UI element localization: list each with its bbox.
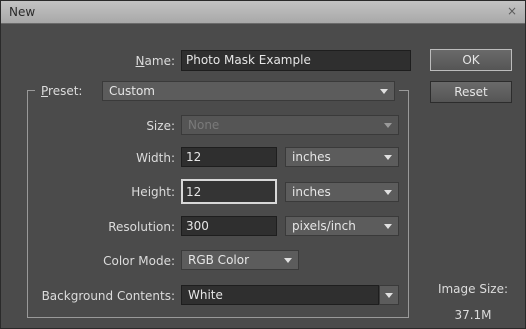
width-unit-select[interactable]: inches (285, 147, 399, 167)
width-label: Width: (136, 151, 175, 165)
image-size-value: 37.1M (454, 308, 492, 322)
resolution-label: Resolution: (108, 220, 175, 234)
size-select: None (181, 115, 399, 135)
background-contents-value: White (188, 288, 223, 302)
chevron-down-icon (384, 224, 392, 229)
new-document-dialog: New × Name: Photo Mask Example Preset: C… (0, 0, 526, 329)
resolution-input[interactable]: 300 (181, 216, 277, 236)
chevron-down-icon (284, 258, 292, 263)
width-unit-value: inches (292, 150, 331, 164)
height-unit-value: inches (292, 185, 331, 199)
close-icon[interactable]: × (507, 4, 517, 18)
reset-button[interactable]: Reset (430, 81, 512, 103)
chevron-down-icon (385, 293, 393, 298)
title-bar[interactable]: New × (1, 1, 525, 24)
height-input[interactable]: 12 (181, 179, 277, 204)
preset-label-access-key: P (41, 84, 49, 98)
chevron-down-icon (380, 89, 388, 94)
preset-label: Preset: (41, 84, 93, 98)
size-value: None (188, 118, 220, 132)
size-label: Size: (146, 119, 175, 133)
height-unit-select[interactable]: inches (285, 182, 399, 202)
color-mode-select[interactable]: RGB Color (181, 250, 299, 270)
background-contents-dropdown-button[interactable] (379, 285, 399, 305)
image-size-label: Image Size: (437, 282, 509, 296)
group-top-left-line (27, 90, 35, 91)
name-label: Name: (101, 54, 175, 68)
height-label: Height: (131, 185, 175, 199)
background-contents-select[interactable]: White (181, 285, 379, 305)
chevron-down-icon (384, 155, 392, 160)
chevron-down-icon (384, 123, 392, 128)
preset-value: Custom (109, 84, 155, 98)
preset-select[interactable]: Custom (102, 81, 395, 101)
background-contents-label: Background Contents: (41, 289, 175, 303)
name-label-rest: ame: (144, 54, 175, 68)
color-mode-label: Color Mode: (103, 254, 175, 268)
width-input[interactable]: 12 (181, 147, 277, 167)
ok-button[interactable]: OK (430, 49, 512, 71)
color-mode-value: RGB Color (188, 253, 250, 267)
resolution-unit-select[interactable]: pixels/inch (285, 216, 399, 236)
group-top-right-line (399, 90, 409, 91)
name-input[interactable]: Photo Mask Example (181, 50, 411, 71)
dialog-title: New (9, 5, 36, 19)
resolution-unit-value: pixels/inch (292, 219, 356, 233)
chevron-down-icon (384, 190, 392, 195)
name-label-access-key: N (135, 54, 145, 68)
preset-label-rest: reset: (48, 84, 83, 98)
